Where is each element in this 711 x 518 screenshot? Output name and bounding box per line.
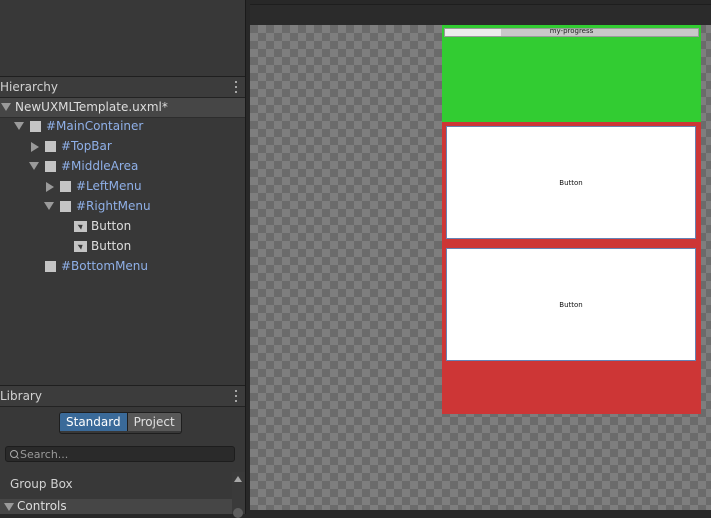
tree-row-top-bar[interactable]: #TopBar: [0, 137, 245, 157]
panel-splitter[interactable]: [245, 0, 246, 514]
progress-bar: my-progress: [444, 27, 699, 37]
tree-label: Button: [91, 239, 132, 253]
top-bar-area[interactable]: [442, 25, 701, 122]
tab-standard[interactable]: Standard: [60, 413, 128, 431]
hierarchy-title: Hierarchy: [0, 80, 59, 94]
element-box-icon: [45, 261, 56, 272]
element-box-icon: [60, 181, 71, 192]
button-element-icon: [74, 241, 87, 252]
collapse-arrow-icon[interactable]: [14, 122, 24, 130]
tree-label: #BottomMenu: [61, 259, 149, 273]
search-icon: [10, 450, 18, 458]
button-element-icon: [74, 221, 87, 232]
element-box-icon: [45, 141, 56, 152]
hierarchy-header: Hierarchy: [0, 76, 245, 98]
tree-label: #RightMenu: [76, 199, 151, 213]
canvas-button-2[interactable]: Button: [446, 248, 696, 361]
tree-label: Button: [91, 219, 132, 233]
tree-label: #LeftMenu: [76, 179, 142, 193]
search-placeholder: Search...: [20, 448, 69, 461]
collapse-arrow-icon[interactable]: [29, 162, 39, 170]
library-scrollbar[interactable]: [232, 472, 245, 518]
tree-label: #MainContainer: [46, 119, 144, 133]
scroll-up-arrow-icon[interactable]: [234, 476, 242, 482]
progress-label: my-progress: [549, 27, 594, 35]
tree-row-left-menu[interactable]: #LeftMenu: [0, 177, 245, 197]
element-box-icon: [60, 201, 71, 212]
collapse-arrow-icon[interactable]: [1, 103, 11, 111]
collapse-arrow-icon[interactable]: [44, 202, 54, 210]
tree-row-document[interactable]: NewUXMLTemplate.uxml*: [0, 98, 245, 118]
document-label: NewUXMLTemplate.uxml*: [15, 100, 168, 114]
tree-row-button-1[interactable]: Button: [0, 217, 245, 237]
library-search-input[interactable]: Search...: [5, 446, 235, 462]
library-kebab-menu-icon[interactable]: [233, 389, 239, 403]
tab-project[interactable]: Project: [127, 413, 181, 431]
button-label: Button: [559, 178, 583, 187]
tree-row-bottom-menu[interactable]: #BottomMenu: [0, 257, 245, 277]
hierarchy-kebab-menu-icon[interactable]: [233, 80, 239, 94]
library-category-controls[interactable]: Controls: [0, 499, 232, 514]
expand-arrow-icon[interactable]: [46, 182, 54, 192]
element-box-icon: [45, 161, 56, 172]
tree-row-button-2[interactable]: Button: [0, 237, 245, 257]
scroll-thumb[interactable]: [233, 508, 243, 518]
tree-row-main-container[interactable]: #MainContainer: [0, 117, 245, 137]
category-label: Controls: [17, 499, 67, 513]
tree-row-right-menu[interactable]: #RightMenu: [0, 197, 245, 217]
element-box-icon: [30, 121, 41, 132]
tree-row-middle-area[interactable]: #MiddleArea: [0, 157, 245, 177]
expand-arrow-icon[interactable]: [31, 142, 39, 152]
library-header: Library: [0, 385, 245, 407]
library-tab-group: Standard Project: [59, 412, 182, 434]
library-item-group-box[interactable]: Group Box: [10, 477, 73, 491]
canvas-button-1[interactable]: Button: [446, 126, 696, 239]
collapse-arrow-icon[interactable]: [4, 503, 14, 511]
library-title: Library: [0, 389, 42, 403]
button-label: Button: [559, 300, 583, 309]
tree-label: #TopBar: [61, 139, 112, 153]
viewport-toolbar: [250, 4, 711, 25]
tree-label: #MiddleArea: [61, 159, 139, 173]
